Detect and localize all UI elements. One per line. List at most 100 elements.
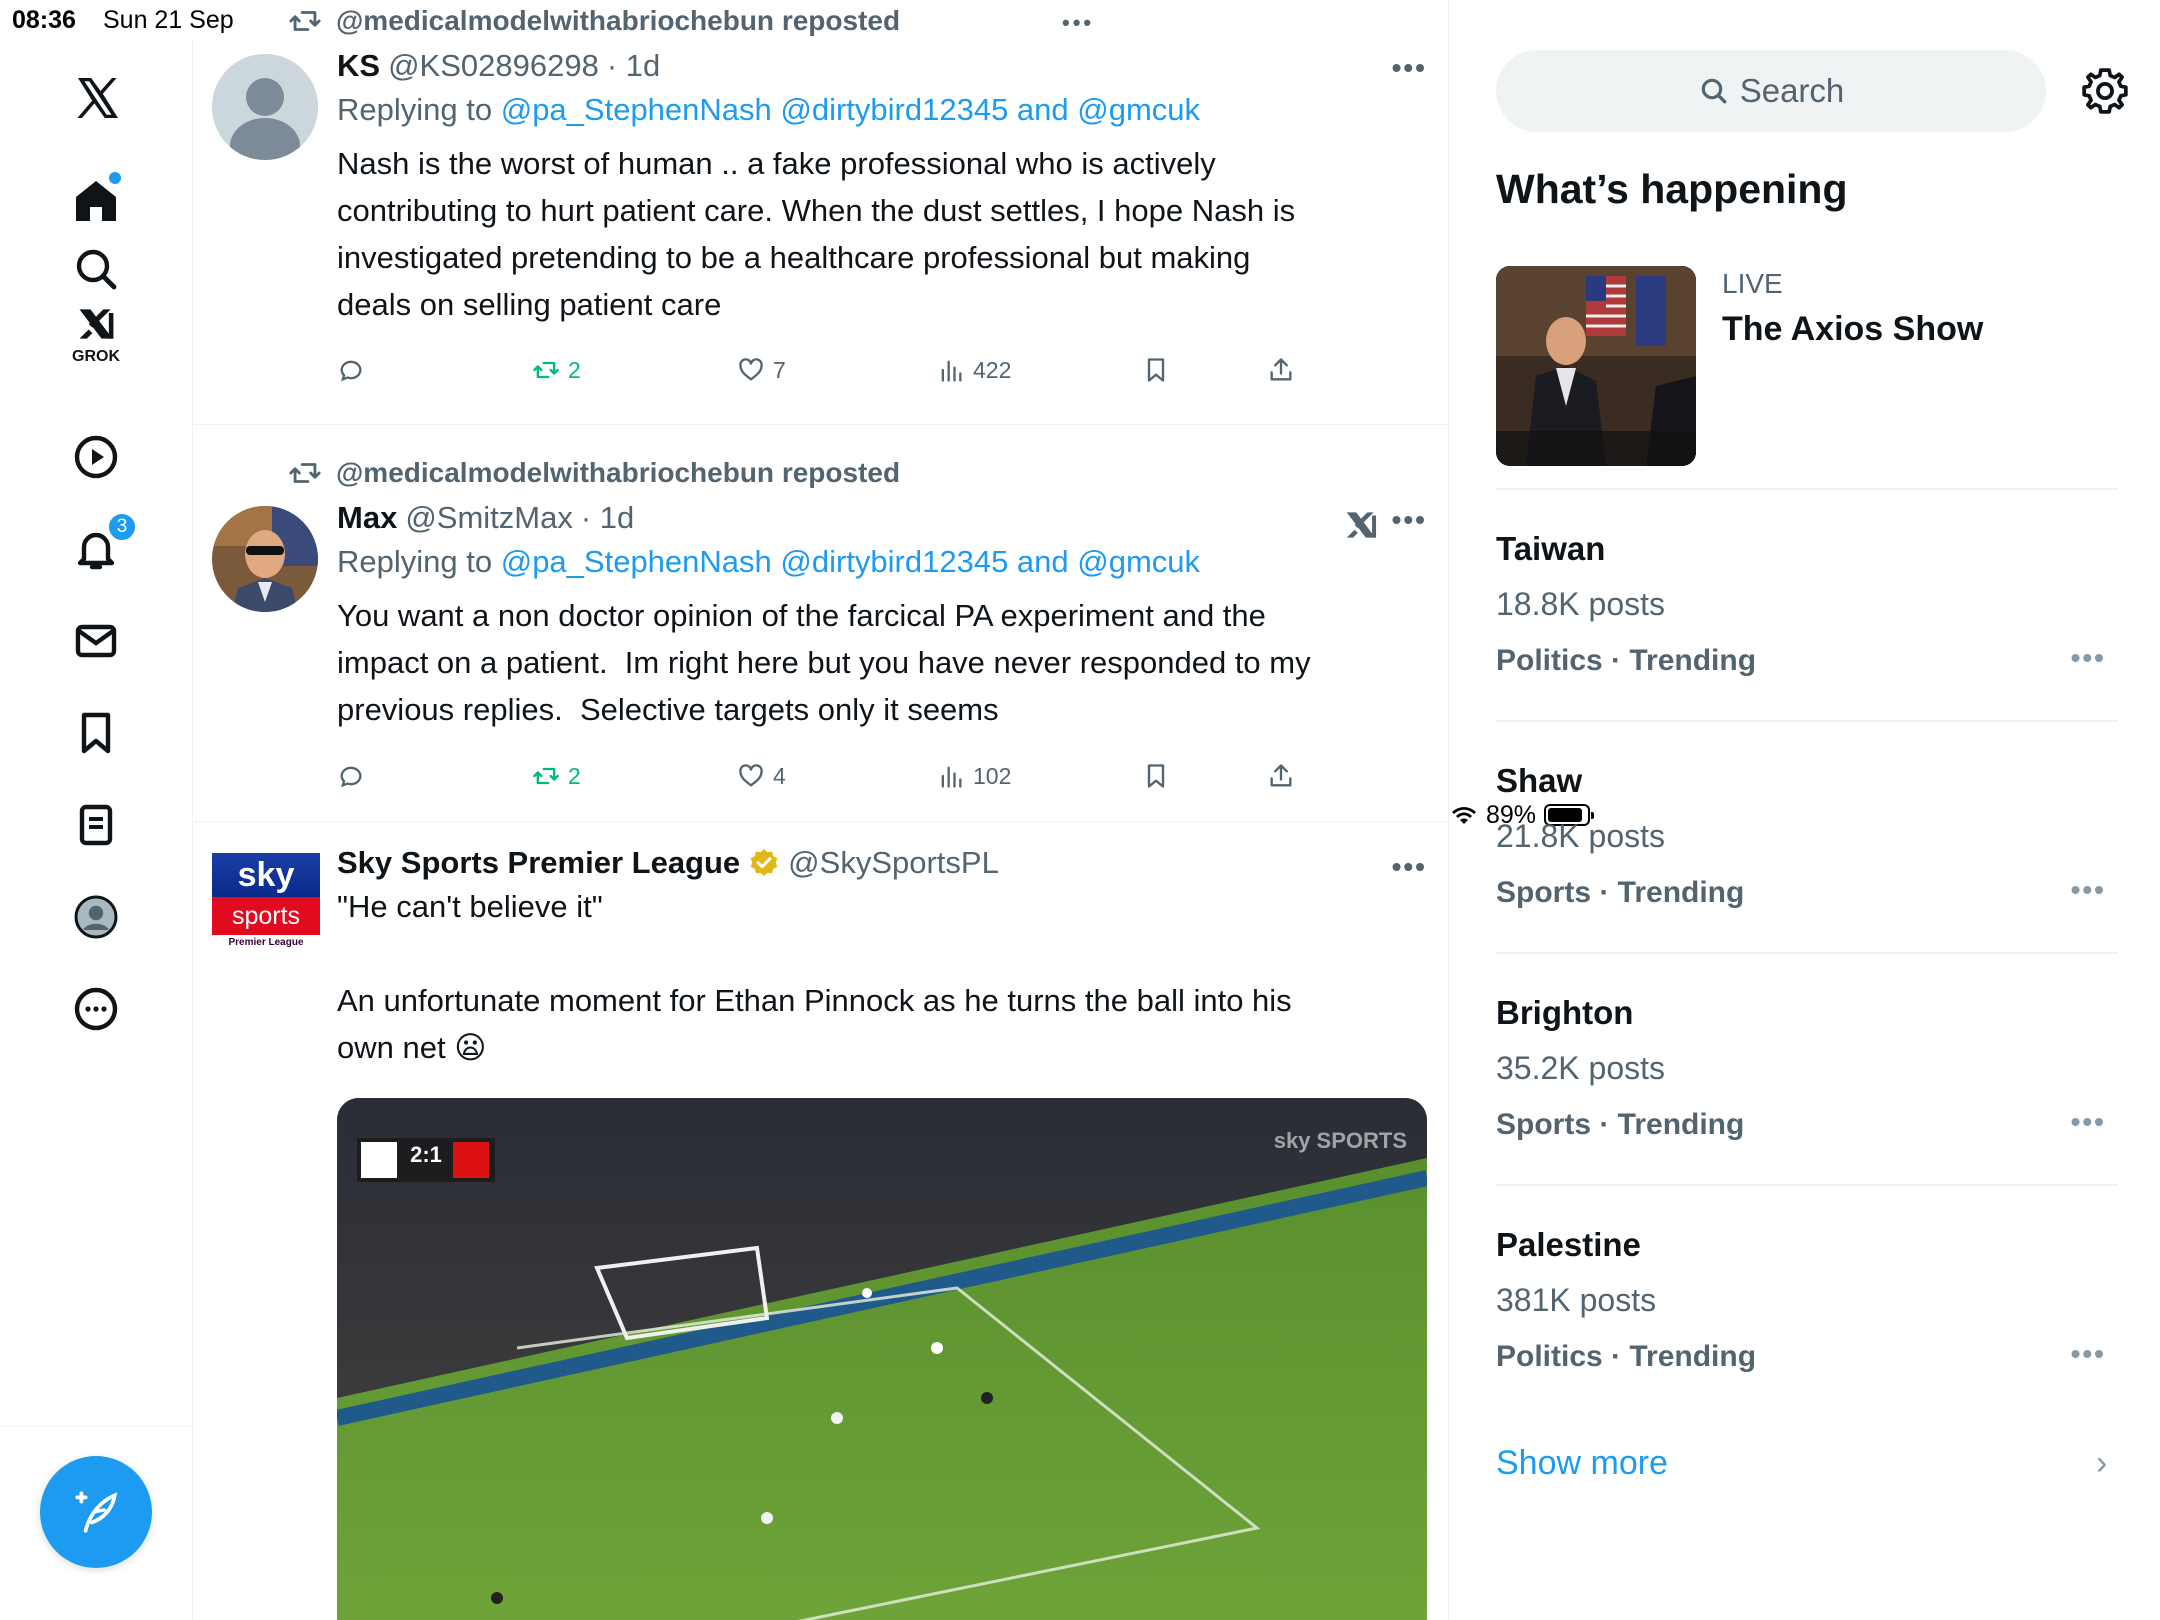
trend-more-button[interactable]: ••• bbox=[2071, 1106, 2106, 1138]
grok-label: GROK bbox=[72, 348, 120, 365]
tweet-text: You want a non doctor opinion of the far… bbox=[337, 598, 1311, 727]
author-name[interactable]: Max bbox=[337, 500, 397, 536]
trend-item[interactable]: Shaw 21.8K posts Sports · Trending ••• bbox=[1496, 762, 2118, 942]
views-count: 422 bbox=[973, 356, 1012, 383]
grok-explain-icon[interactable] bbox=[1342, 506, 1380, 544]
repost-label: @medicalmodelwithabriochebun reposted bbox=[336, 457, 901, 488]
tweet-more-button[interactable]: ••• bbox=[1392, 851, 1427, 883]
video-broadcaster: sky SPORTS bbox=[1273, 1128, 1407, 1153]
repost-button[interactable]: 2 bbox=[532, 762, 581, 790]
left-nav: GROK 3 bbox=[0, 40, 193, 1620]
tweet-time[interactable]: · 1d bbox=[581, 500, 634, 536]
repost-icon bbox=[289, 463, 321, 483]
reply-button[interactable] bbox=[337, 356, 365, 384]
tweet-more-button[interactable]: ••• bbox=[1392, 504, 1427, 536]
messages-mail-icon[interactable] bbox=[65, 610, 127, 672]
search-icon bbox=[1701, 78, 1727, 104]
sky-sports-logo[interactable]: sky sports Premier League bbox=[212, 853, 320, 953]
tweet-more-button[interactable]: ••• bbox=[1392, 52, 1427, 84]
verified-gold-badge-icon bbox=[750, 849, 778, 876]
views-count: 102 bbox=[973, 762, 1012, 789]
tweet-text: Nash is the worst of human .. a fake pro… bbox=[337, 146, 1296, 322]
live-event-card[interactable]: LIVE The Axios Show bbox=[1496, 266, 2126, 466]
notifications-badge: 3 bbox=[107, 512, 137, 542]
reply-button[interactable] bbox=[337, 762, 365, 790]
video-frame bbox=[337, 1098, 1427, 1620]
tweet-body: Max @SmitzMax · 1d Replying to @pa_Steph… bbox=[337, 500, 1427, 733]
bookmark-button[interactable] bbox=[1142, 356, 1170, 384]
author-handle[interactable]: @SkySportsPL bbox=[788, 845, 999, 881]
profile-avatar-icon[interactable] bbox=[65, 886, 127, 948]
compose-post-button[interactable] bbox=[40, 1456, 152, 1568]
tweet-header: Max @SmitzMax · 1d bbox=[337, 500, 1427, 536]
repost-count: 2 bbox=[568, 762, 581, 789]
replying-to: Replying to @pa_StephenNash @dirtybird12… bbox=[337, 92, 1427, 128]
repost-label: @medicalmodelwithabriochebun reposted bbox=[336, 5, 901, 36]
views-chart-icon bbox=[941, 360, 962, 382]
repost-indicator: @medicalmodelwithabriochebun reposted bbox=[288, 4, 900, 38]
trend-more-button[interactable]: ••• bbox=[2071, 1338, 2106, 1370]
divider bbox=[1496, 952, 2118, 954]
trend-name: Shaw bbox=[1496, 762, 1583, 799]
share-icon bbox=[1270, 358, 1292, 381]
trend-posts: 35.2K posts bbox=[1496, 1050, 1665, 1086]
tweet-max[interactable]: @medicalmodelwithabriochebun reposted Ma… bbox=[194, 426, 1448, 822]
like-button[interactable]: 7 bbox=[737, 356, 786, 384]
grok-icon[interactable]: GROK bbox=[65, 302, 127, 365]
replying-to: Replying to @pa_StephenNash @dirtybird12… bbox=[337, 544, 1427, 580]
live-thumbnail bbox=[1496, 266, 1696, 466]
home-icon[interactable] bbox=[65, 170, 127, 232]
avatar[interactable] bbox=[212, 506, 318, 612]
trend-category: Sports · Trending bbox=[1496, 876, 1745, 909]
reply-icon bbox=[340, 360, 362, 382]
video-play-icon[interactable] bbox=[65, 426, 127, 488]
views-button[interactable]: 102 bbox=[937, 762, 1011, 790]
settings-gear-icon[interactable] bbox=[2080, 66, 2130, 116]
logo-sky-text: sky bbox=[212, 853, 320, 897]
avatar[interactable] bbox=[212, 54, 318, 160]
timeline-feed: @medicalmodelwithabriochebun reposted KS… bbox=[194, 0, 1449, 1620]
tweet-video[interactable]: 2:1 sky SPORTS bbox=[337, 1098, 1427, 1620]
views-button[interactable]: 422 bbox=[937, 356, 1011, 384]
trend-name: Palestine bbox=[1496, 1226, 1641, 1263]
lists-icon[interactable] bbox=[65, 794, 127, 856]
trend-posts: 18.8K posts bbox=[1496, 586, 1665, 622]
search-input[interactable]: Search bbox=[1496, 50, 2046, 132]
trend-more-button[interactable]: ••• bbox=[2071, 874, 2106, 906]
trend-name: Brighton bbox=[1496, 994, 1634, 1031]
show-more-link[interactable]: Show more bbox=[1496, 1444, 1668, 1483]
repost-button[interactable]: 2 bbox=[532, 356, 581, 384]
trend-posts: 381K posts bbox=[1496, 1282, 1657, 1318]
logo-pl-text: Premier League bbox=[228, 937, 304, 948]
author-name[interactable]: KS bbox=[337, 48, 380, 84]
share-button[interactable] bbox=[1267, 762, 1295, 790]
share-button[interactable] bbox=[1267, 356, 1295, 384]
reply-mentions[interactable]: @pa_StephenNash @dirtybird12345 and @gmc… bbox=[501, 544, 1200, 579]
repost-icon bbox=[533, 767, 559, 785]
trend-item[interactable]: Palestine 381K posts Politics · Trending… bbox=[1496, 1226, 2118, 1406]
chevron-right-icon[interactable]: › bbox=[2096, 1444, 2107, 1483]
nav-divider bbox=[0, 1426, 193, 1427]
bookmarks-icon[interactable] bbox=[65, 702, 127, 764]
more-options-icon[interactable] bbox=[65, 978, 127, 1040]
live-label: LIVE bbox=[1722, 268, 1783, 299]
author-handle[interactable]: @SmitzMax bbox=[405, 500, 573, 536]
whats-happening-title: What’s happening bbox=[1496, 166, 1848, 212]
replying-prefix: Replying to bbox=[337, 544, 493, 579]
like-count: 7 bbox=[773, 356, 786, 383]
explore-search-icon[interactable] bbox=[65, 238, 127, 300]
search-placeholder: Search bbox=[1739, 72, 1845, 109]
x-logo-icon[interactable] bbox=[65, 67, 127, 129]
tweet-time[interactable]: · 1d bbox=[607, 48, 660, 84]
like-button[interactable]: 4 bbox=[737, 762, 786, 790]
trend-more-button[interactable]: ••• bbox=[2071, 642, 2106, 674]
trend-category: Politics · Trending bbox=[1496, 1340, 1757, 1373]
notifications-bell-icon[interactable]: 3 bbox=[65, 512, 137, 580]
tweet-ks[interactable]: @medicalmodelwithabriochebun reposted KS… bbox=[194, 0, 1448, 425]
author-handle[interactable]: @KS02896298 bbox=[388, 48, 599, 84]
reply-mentions[interactable]: @pa_StephenNash @dirtybird12345 and @gmc… bbox=[501, 92, 1200, 127]
author-name[interactable]: Sky Sports Premier League bbox=[337, 845, 740, 881]
trend-item[interactable]: Taiwan 18.8K posts Politics · Trending •… bbox=[1496, 530, 2118, 710]
bookmark-button[interactable] bbox=[1142, 762, 1170, 790]
trend-item[interactable]: Brighton 35.2K posts Sports · Trending •… bbox=[1496, 994, 2118, 1174]
